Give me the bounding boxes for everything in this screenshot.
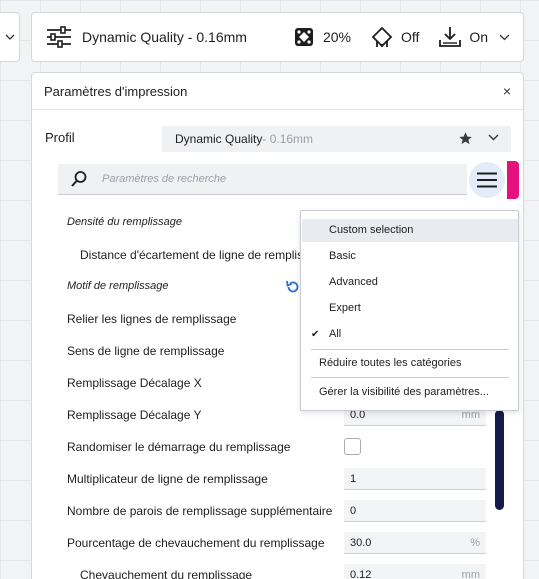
setting-value-field[interactable]: 0.12 mm <box>344 564 486 579</box>
panel-header: Paramètres d'impression × <box>32 73 523 110</box>
settings-visibility-menu-button[interactable] <box>469 162 505 198</box>
chevron-down-icon <box>499 34 510 40</box>
left-toolbar-collapse[interactable] <box>0 12 20 62</box>
profile-row: Profil Dynamic Quality - 0.16mm <box>45 126 511 152</box>
menu-item-collapse-all[interactable]: Réduire toutes les catégories <box>319 357 461 369</box>
infill-icon <box>294 28 313 46</box>
setting-label: Distance d'écartement de ligne de rempli… <box>80 248 330 262</box>
setting-label: Pourcentage de chevauchement du rempliss… <box>67 536 325 550</box>
accent-tab <box>507 161 519 199</box>
setting-label: Relier les lignes de remplissage <box>67 312 237 326</box>
setting-label: Randomiser le démarrage du remplissage <box>67 440 291 454</box>
chevron-down-icon[interactable] <box>488 134 499 141</box>
setting-checkbox[interactable] <box>344 438 361 455</box>
search-input[interactable]: Paramètres de recherche <box>102 173 226 185</box>
profile-label: Profil <box>45 130 75 145</box>
setting-value: 0.12 <box>350 568 372 579</box>
star-icon[interactable] <box>458 131 473 146</box>
infill-summary[interactable]: 20% <box>294 27 351 47</box>
adhesion-value: On <box>469 29 489 45</box>
reset-icon[interactable] <box>285 279 301 295</box>
setting-label: Remplissage Décalage Y <box>67 408 202 422</box>
adhesion-summary[interactable]: On <box>439 26 488 48</box>
menu-item-advanced[interactable]: Advanced <box>329 276 378 288</box>
profile-suffix: - 0.16mm <box>262 132 314 146</box>
profile-summary-label: Dynamic Quality - 0.16mm <box>82 29 247 45</box>
setting-label: Chevauchement du remplissage <box>80 568 253 579</box>
setting-value: 30.0 <box>350 536 372 549</box>
menu-item-basic[interactable]: Basic <box>329 250 356 262</box>
setting-label: Nombre de parois de remplissage suppléme… <box>67 504 333 518</box>
menu-separator <box>311 377 509 378</box>
menu-item-manage-visibility[interactable]: Gérer la visibilité des paramètres... <box>319 386 489 398</box>
setting-label: Sens de ligne de remplissage <box>67 344 225 358</box>
infill-value: 20% <box>322 29 351 45</box>
setting-label: Remplissage Décalage X <box>67 376 202 390</box>
support-value: Off <box>400 29 420 45</box>
setting-value-field[interactable]: 0 <box>344 500 486 522</box>
setting-unit: % <box>470 536 480 549</box>
panel-title: Paramètres d'impression <box>44 83 188 99</box>
profile-summary[interactable]: Dynamic Quality - 0.16mm <box>46 26 247 48</box>
close-icon[interactable]: × <box>503 84 511 98</box>
support-icon <box>371 26 393 48</box>
adhesion-icon <box>439 27 462 47</box>
setting-label: Multiplicateur de ligne de remplissage <box>67 472 268 486</box>
menu-item-all[interactable]: All <box>329 328 341 340</box>
hamburger-menu-icon <box>477 172 497 188</box>
setting-unit: mm <box>461 568 480 579</box>
search-icon <box>71 171 87 187</box>
print-settings-toolbar[interactable]: Dynamic Quality - 0.16mm 20% Off On <box>31 12 524 62</box>
support-summary[interactable]: Off <box>371 26 419 48</box>
menu-item-custom-selection[interactable]: Custom selection <box>329 224 413 236</box>
setting-value: 0 <box>350 504 357 517</box>
setting-value-field[interactable]: 30.0 % <box>344 532 486 554</box>
profile-select[interactable]: Dynamic Quality - 0.16mm <box>162 126 511 152</box>
menu-separator <box>311 349 509 350</box>
setting-value-field[interactable]: 1 <box>344 468 486 490</box>
setting-category[interactable]: Motif de remplissage <box>67 280 169 292</box>
settings-search[interactable]: Paramètres de recherche <box>58 164 467 195</box>
setting-category[interactable]: Densité du remplissage <box>67 216 182 228</box>
setting-value: 1 <box>350 472 357 485</box>
sliders-icon <box>47 26 71 48</box>
toolbar-expand-button[interactable] <box>499 34 510 41</box>
chevron-down-icon <box>5 34 14 40</box>
menu-item-expert[interactable]: Expert <box>329 302 361 314</box>
checkmark-icon: ✔ <box>311 329 320 340</box>
scrollbar[interactable] <box>495 410 504 510</box>
profile-name: Dynamic Quality <box>175 132 263 146</box>
settings-visibility-menu: Custom selection Basic Advanced Expert ✔… <box>300 210 519 411</box>
